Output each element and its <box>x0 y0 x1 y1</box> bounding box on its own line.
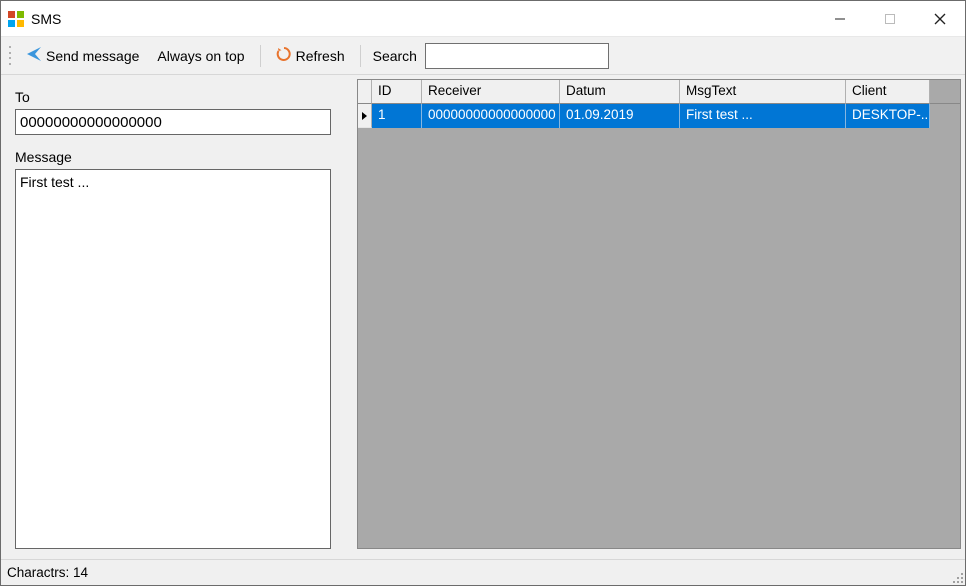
refresh-icon <box>276 46 292 65</box>
message-textarea-wrap <box>15 169 331 549</box>
content-area: To Message ID Receiver Datum MsgText Cli… <box>1 75 965 559</box>
char-count-label: Charactrs: 14 <box>7 565 88 580</box>
send-message-button[interactable]: Send message <box>19 42 146 69</box>
grid-corner <box>358 80 372 104</box>
send-icon <box>26 46 42 65</box>
search-input[interactable] <box>425 43 609 69</box>
always-on-top-button[interactable]: Always on top <box>150 44 251 68</box>
maximize-button[interactable] <box>865 1 915 36</box>
search-label: Search <box>373 48 417 64</box>
window-title: SMS <box>31 11 61 27</box>
app-window: SMS Send message <box>0 0 966 586</box>
row-header-icon <box>358 104 372 128</box>
message-label: Message <box>15 149 343 165</box>
toolbar-grip <box>7 45 13 67</box>
window-buttons <box>815 1 965 36</box>
app-icon <box>7 10 25 28</box>
col-header-receiver[interactable]: Receiver <box>422 80 560 104</box>
send-label: Send message <box>46 48 139 64</box>
resize-grip[interactable] <box>949 569 963 583</box>
refresh-button[interactable]: Refresh <box>269 42 352 69</box>
cell-client: DESKTOP-... <box>846 104 930 128</box>
toolbar-separator <box>260 45 261 67</box>
grid-panel: ID Receiver Datum MsgText Client 1 00000… <box>357 75 965 559</box>
grid-header-tail <box>930 80 960 104</box>
grid-header: ID Receiver Datum MsgText Client <box>358 80 960 104</box>
to-input[interactable] <box>15 109 331 135</box>
cell-receiver: 00000000000000000 <box>422 104 560 128</box>
message-textarea[interactable] <box>16 170 330 548</box>
always-on-top-label: Always on top <box>157 48 244 64</box>
status-bar: Charactrs: 14 <box>1 559 965 585</box>
compose-panel: To Message <box>1 75 357 559</box>
messages-grid[interactable]: ID Receiver Datum MsgText Client 1 00000… <box>357 79 961 549</box>
close-button[interactable] <box>915 1 965 36</box>
cell-datum: 01.09.2019 <box>560 104 680 128</box>
cell-msgtext: First test ... <box>680 104 846 128</box>
cell-id: 1 <box>372 104 422 128</box>
col-header-msgtext[interactable]: MsgText <box>680 80 846 104</box>
toolbar: Send message Always on top Refresh Searc… <box>1 37 965 75</box>
col-header-client[interactable]: Client <box>846 80 930 104</box>
col-header-id[interactable]: ID <box>372 80 422 104</box>
col-header-datum[interactable]: Datum <box>560 80 680 104</box>
toolbar-separator-2 <box>360 45 361 67</box>
title-bar: SMS <box>1 1 965 37</box>
refresh-label: Refresh <box>296 48 345 64</box>
grid-empty-area <box>358 128 960 548</box>
minimize-button[interactable] <box>815 1 865 36</box>
table-row[interactable]: 1 00000000000000000 01.09.2019 First tes… <box>358 104 960 128</box>
to-label: To <box>15 89 343 105</box>
